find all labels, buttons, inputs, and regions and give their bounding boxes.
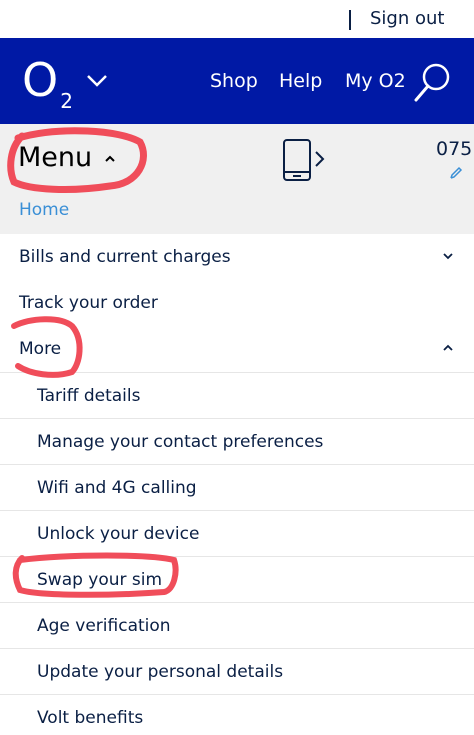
breadcrumb-home[interactable]: Home [19,200,69,220]
menu-item-label: Track your order [19,293,158,313]
edit-pencil-icon[interactable] [449,166,463,180]
logo-subscript: 2 [60,89,73,113]
submenu-item-label: Manage your contact preferences [37,432,324,452]
menu-item-bills[interactable]: Bills and current charges [0,234,474,280]
menu-item-track-order[interactable]: Track your order [0,280,474,326]
chevron-right-icon[interactable] [314,150,326,168]
submenu-item-label: Volt benefits [37,708,144,728]
submenu-item-label: Update your personal details [37,662,284,682]
utility-divider [349,10,351,30]
menu-list: Bills and current charges Track your ord… [0,234,474,735]
o2-logo[interactable]: O2 [22,52,73,117]
sign-out-link[interactable]: Sign out [370,8,444,29]
site-header: O2 Shop Help My O2 [0,38,474,124]
caret-up-icon[interactable] [104,154,116,162]
logo-letter: O [22,53,59,107]
menu-item-more[interactable]: More [0,326,474,372]
chevron-down-icon[interactable] [86,74,108,88]
submenu-item-label: Swap your sim [37,570,163,590]
nav-help[interactable]: Help [279,70,322,92]
menu-item-label: More [19,339,62,359]
submenu-item-label: Tariff details [37,386,141,406]
menu-toggle[interactable]: Menu [18,142,92,173]
account-number: 075 [436,138,473,160]
submenu-item-swap-sim[interactable]: Swap your sim [0,556,474,602]
submenu-item-unlock-device[interactable]: Unlock your device [0,510,474,556]
search-icon[interactable] [413,60,453,104]
submenu-item-tariff[interactable]: Tariff details [0,372,474,418]
submenu-item-volt-benefits[interactable]: Volt benefits [0,694,474,735]
submenu-item-update-details[interactable]: Update your personal details [0,648,474,694]
menu-bar: Menu 075 Home [0,124,474,234]
chevron-up-icon [443,344,453,351]
submenu-item-label: Unlock your device [37,524,200,544]
chevron-down-icon [443,253,453,260]
phone-icon[interactable] [282,138,312,182]
submenu-item-age-verification[interactable]: Age verification [0,602,474,648]
submenu-item-contact-preferences[interactable]: Manage your contact preferences [0,418,474,464]
nav-shop[interactable]: Shop [210,70,258,92]
utility-bar: Sign out [0,0,474,38]
menu-item-label: Bills and current charges [19,247,231,267]
submenu-item-label: Age verification [37,616,171,636]
submenu-item-label: Wifi and 4G calling [37,478,197,498]
nav-my-o2[interactable]: My O2 [345,70,406,92]
submenu-item-wifi-calling[interactable]: Wifi and 4G calling [0,464,474,510]
